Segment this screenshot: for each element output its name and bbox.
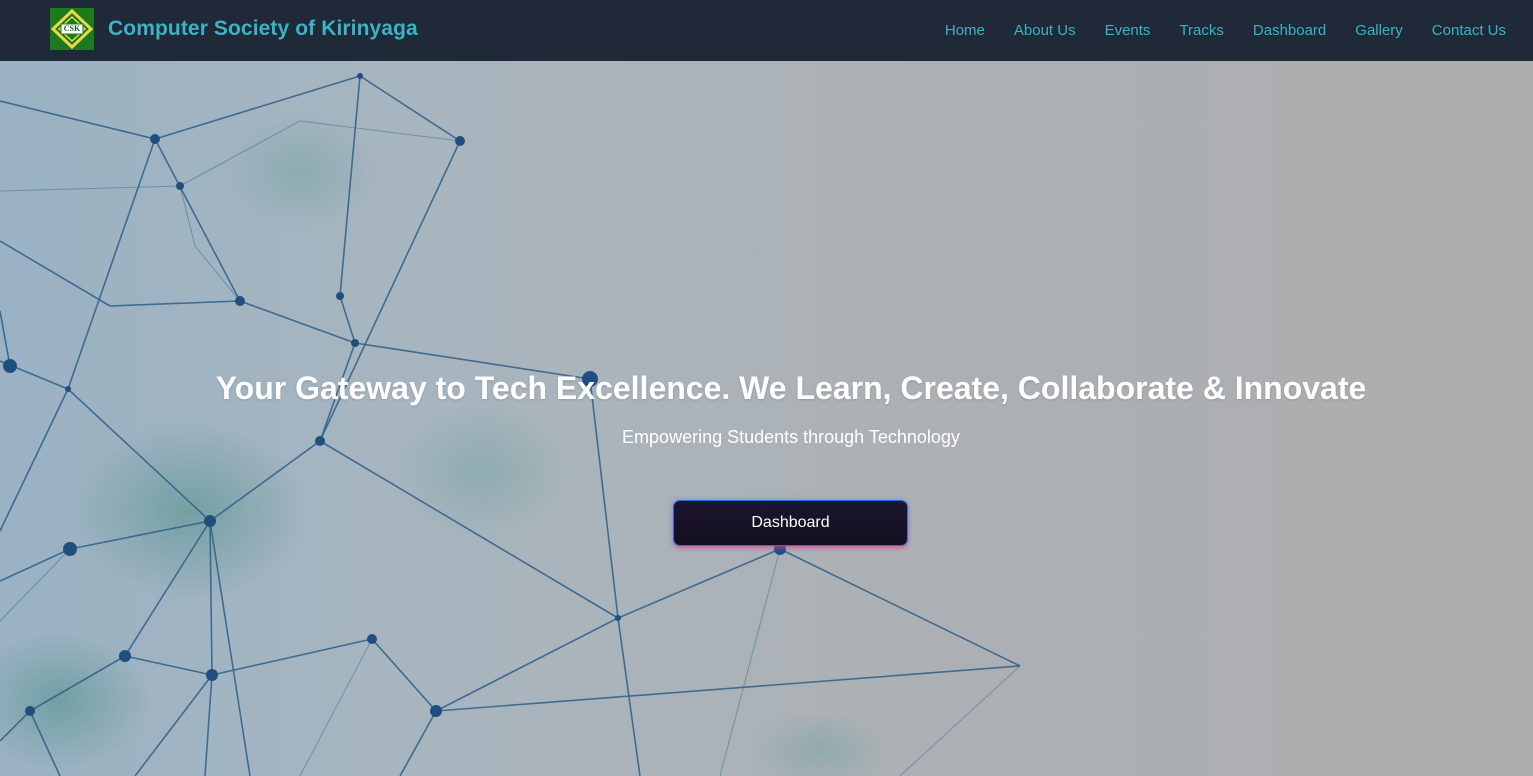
nav-gallery[interactable]: Gallery bbox=[1355, 22, 1403, 39]
nav-about-us[interactable]: About Us bbox=[1014, 22, 1076, 39]
brand[interactable]: CSK Computer Society of Kirinyaga bbox=[50, 8, 418, 50]
hero-dashboard-button[interactable]: Dashboard bbox=[673, 500, 908, 546]
csk-logo[interactable]: CSK bbox=[50, 8, 94, 50]
nav-home[interactable]: Home bbox=[945, 22, 985, 39]
brand-name[interactable]: Computer Society of Kirinyaga bbox=[108, 17, 418, 41]
nav-links: Home About Us Events Tracks Dashboard Ga… bbox=[916, 0, 1506, 61]
hero-title: Your Gateway to Tech Excellence. We Lear… bbox=[215, 370, 1367, 406]
logo-text: CSK bbox=[63, 24, 81, 33]
nav-dashboard[interactable]: Dashboard bbox=[1253, 22, 1326, 39]
hero-content: Your Gateway to Tech Excellence. We Lear… bbox=[0, 61, 1533, 776]
page: CSK Computer Society of Kirinyaga Home A… bbox=[0, 0, 1533, 776]
hero-subtitle: Empowering Students through Technology bbox=[622, 427, 960, 447]
top-navbar: CSK Computer Society of Kirinyaga Home A… bbox=[0, 0, 1533, 61]
nav-events[interactable]: Events bbox=[1105, 22, 1151, 39]
hero-section: Your Gateway to Tech Excellence. We Lear… bbox=[0, 61, 1533, 776]
nav-contact-us[interactable]: Contact Us bbox=[1432, 22, 1506, 39]
nav-tracks[interactable]: Tracks bbox=[1179, 22, 1223, 39]
